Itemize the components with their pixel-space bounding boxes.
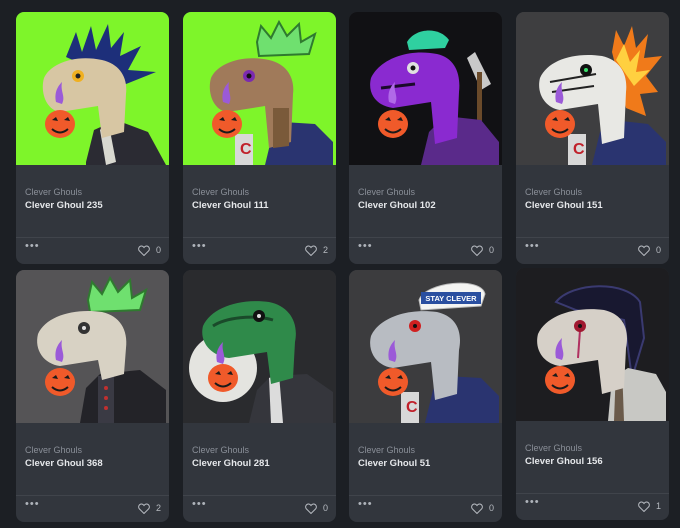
options-icon[interactable]: •••: [525, 496, 540, 508]
collection-name[interactable]: Clever Ghouls: [358, 445, 415, 455]
svg-text:C: C: [573, 141, 585, 158]
nft-card[interactable]: Clever Ghouls Clever Ghoul 102 ••• 0: [349, 12, 502, 264]
options-icon[interactable]: •••: [358, 498, 373, 510]
card-footer: ••• 2: [183, 238, 336, 264]
heart-icon: [638, 245, 650, 256]
like-count: 0: [488, 245, 494, 255]
heart-icon: [305, 245, 317, 256]
nft-image[interactable]: [183, 270, 336, 423]
card-footer: ••• 2: [16, 496, 169, 522]
card-footer: ••• 0: [516, 238, 669, 264]
nft-card[interactable]: C Clever Ghouls Clever Ghoul 111 ••• 2: [183, 12, 336, 264]
nft-image[interactable]: C: [183, 12, 336, 165]
heart-icon: [471, 503, 483, 514]
nft-name[interactable]: Clever Ghoul 151: [525, 200, 603, 211]
nft-card[interactable]: Clever Ghouls Clever Ghoul 235 ••• 0: [16, 12, 169, 264]
collection-name[interactable]: Clever Ghouls: [525, 443, 582, 453]
card-footer: ••• 0: [349, 496, 502, 522]
options-icon[interactable]: •••: [358, 240, 373, 252]
nft-image[interactable]: STAY CLEVER C: [349, 270, 502, 423]
svg-text:C: C: [406, 399, 418, 416]
like-count: 0: [155, 245, 161, 255]
heart-icon: [305, 503, 317, 514]
nft-name[interactable]: Clever Ghoul 51: [358, 458, 430, 469]
nft-card[interactable]: Clever Ghouls Clever Ghoul 281 ••• 0: [183, 270, 336, 522]
like-count: 2: [155, 503, 161, 513]
card-footer: ••• 0: [183, 496, 336, 522]
nft-grid: Clever Ghouls Clever Ghoul 235 ••• 0 C C…: [0, 0, 680, 528]
nft-name[interactable]: Clever Ghoul 102: [358, 200, 436, 211]
collection-name[interactable]: Clever Ghouls: [192, 187, 249, 197]
nft-card[interactable]: Clever Ghouls Clever Ghoul 368 ••• 2: [16, 270, 169, 522]
heart-icon: [138, 245, 150, 256]
options-icon[interactable]: •••: [192, 240, 207, 252]
nft-image[interactable]: [516, 268, 669, 421]
like-count: 0: [322, 503, 328, 513]
like-count: 1: [655, 501, 661, 511]
collection-name[interactable]: Clever Ghouls: [358, 187, 415, 197]
collection-name[interactable]: Clever Ghouls: [25, 187, 82, 197]
nft-name[interactable]: Clever Ghoul 156: [525, 456, 603, 467]
nft-name[interactable]: Clever Ghoul 235: [25, 200, 103, 211]
collection-name[interactable]: Clever Ghouls: [192, 445, 249, 455]
card-footer: ••• 0: [349, 238, 502, 264]
card-footer: ••• 1: [516, 494, 669, 520]
nft-image[interactable]: [16, 12, 169, 165]
nft-name[interactable]: Clever Ghoul 111: [192, 200, 269, 211]
like-count: 0: [655, 245, 661, 255]
heart-icon: [138, 503, 150, 514]
options-icon[interactable]: •••: [25, 240, 40, 252]
card-footer: ••• 0: [16, 238, 169, 264]
heart-icon: [638, 501, 650, 512]
svg-text:C: C: [240, 141, 252, 158]
like-count: 2: [322, 245, 328, 255]
options-icon[interactable]: •••: [25, 498, 40, 510]
nft-name[interactable]: Clever Ghoul 368: [25, 458, 103, 469]
like-count: 0: [488, 503, 494, 513]
nft-image[interactable]: C: [516, 12, 669, 165]
options-icon[interactable]: •••: [192, 498, 207, 510]
nft-card[interactable]: STAY CLEVER C Clever Ghouls Clever Ghoul…: [349, 270, 502, 522]
nft-image[interactable]: [349, 12, 502, 165]
hat-text: STAY CLEVER: [425, 294, 477, 303]
collection-name[interactable]: Clever Ghouls: [525, 187, 582, 197]
nft-card[interactable]: Clever Ghouls Clever Ghoul 156 ••• 1: [516, 268, 669, 520]
nft-name[interactable]: Clever Ghoul 281: [192, 458, 270, 469]
collection-name[interactable]: Clever Ghouls: [25, 445, 82, 455]
nft-card[interactable]: C Clever Ghouls Clever Ghoul 151 ••• 0: [516, 12, 669, 264]
heart-icon: [471, 245, 483, 256]
options-icon[interactable]: •••: [525, 240, 540, 252]
nft-image[interactable]: [16, 270, 169, 423]
